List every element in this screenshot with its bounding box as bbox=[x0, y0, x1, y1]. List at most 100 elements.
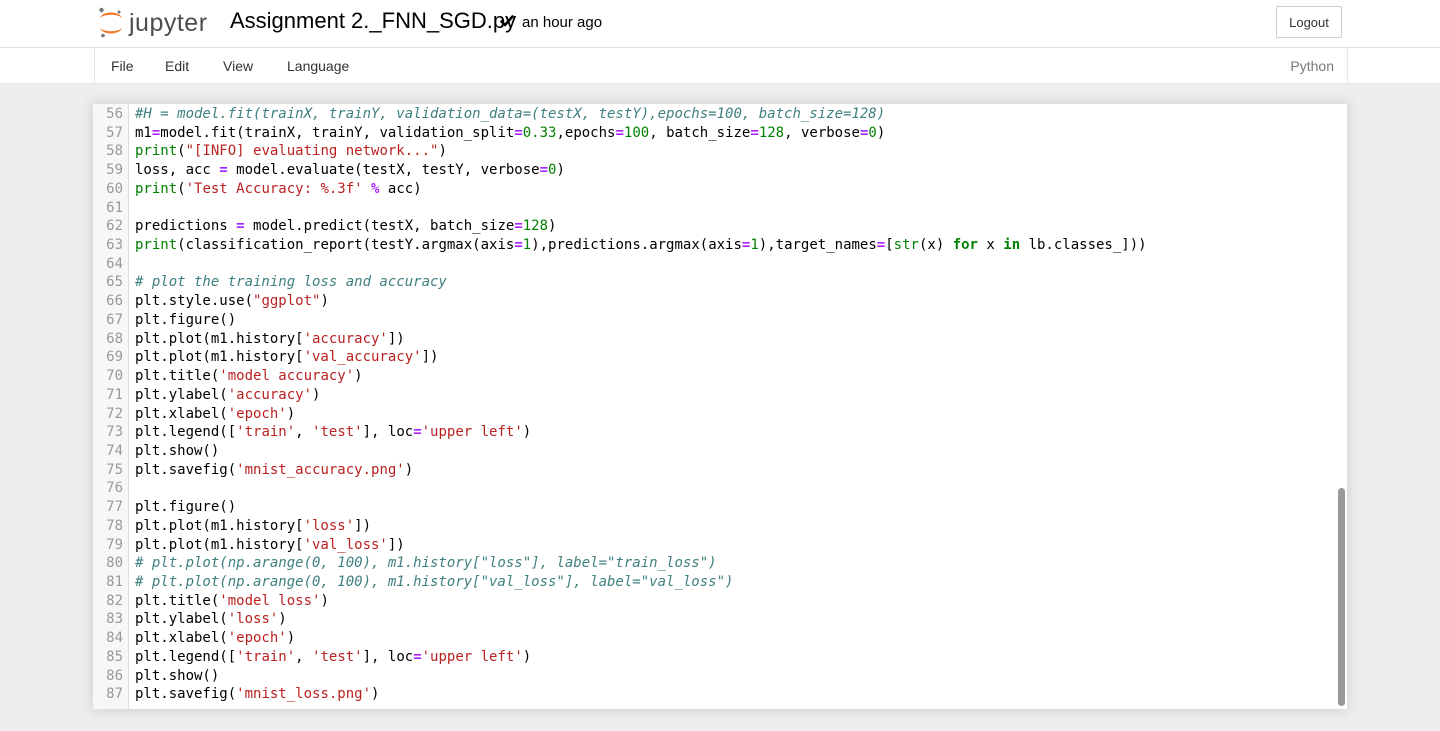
code-token: = bbox=[219, 162, 228, 179]
code-text[interactable]: plt.figure() bbox=[135, 311, 236, 330]
code-line[interactable]: 82 plt.title('model loss') bbox=[93, 592, 1347, 611]
header: jupyter Assignment 2._FNN_SGD.py an hour… bbox=[0, 0, 1440, 48]
code-line[interactable]: 59 loss, acc = model.evaluate(testX, test… bbox=[93, 161, 1347, 180]
code-text[interactable]: plt.savefig('mnist_accuracy.png') bbox=[135, 461, 413, 480]
code-token: ) bbox=[354, 368, 363, 385]
code-text[interactable]: plt.xlabel('epoch') bbox=[135, 629, 295, 648]
code-line[interactable]: 80 # plt.plot(np.arange(0, 100), m1.histo… bbox=[93, 554, 1347, 573]
code-token: plt.savefig( bbox=[135, 686, 237, 703]
code-line[interactable]: 70 plt.title('model accuracy') bbox=[93, 367, 1347, 386]
code-text[interactable]: plt.xlabel('epoch') bbox=[135, 405, 295, 424]
code-line[interactable]: 63 print(classification_report(testY.argm… bbox=[93, 236, 1347, 255]
code-text[interactable]: plt.title('model loss') bbox=[135, 592, 329, 611]
code-line[interactable]: 76 bbox=[93, 479, 1347, 498]
code-token: 'upper left' bbox=[421, 648, 523, 665]
code-token: ,epochs bbox=[556, 124, 616, 141]
menu-view[interactable]: View bbox=[223, 58, 253, 74]
line-number: 62 bbox=[106, 218, 123, 235]
menu-language[interactable]: Language bbox=[287, 58, 349, 74]
code-text[interactable]: plt.plot(m1.history['val_accuracy']) bbox=[135, 348, 438, 367]
line-number: 80 bbox=[106, 555, 123, 572]
code-token: plt.style.use( bbox=[135, 293, 254, 310]
code-line[interactable]: 62 predictions = model.predict(testX, bat… bbox=[93, 217, 1347, 236]
code-text[interactable]: plt.legend(['train', 'test'], loc='upper… bbox=[135, 423, 531, 442]
code-text[interactable]: loss, acc = model.evaluate(testX, testY,… bbox=[135, 161, 565, 180]
notebook-name[interactable]: Assignment 2._FNN_SGD.py bbox=[230, 8, 516, 34]
code-line[interactable]: 58 print("[INFO] evaluating network...") bbox=[93, 142, 1347, 161]
code-line[interactable]: 87 plt.savefig('mnist_loss.png') bbox=[93, 685, 1347, 704]
code-line[interactable]: 68 plt.plot(m1.history['accuracy']) bbox=[93, 330, 1347, 349]
code-text[interactable]: plt.title('model accuracy') bbox=[135, 367, 363, 386]
code-token: plt.ylabel( bbox=[135, 611, 228, 628]
code-text[interactable]: plt.show() bbox=[135, 667, 219, 686]
code-text[interactable]: predictions = model.predict(testX, batch… bbox=[135, 217, 556, 236]
code-text[interactable]: print('Test Accuracy: %.3f' % acc) bbox=[135, 180, 422, 199]
code-token: 'model accuracy' bbox=[219, 368, 355, 385]
code-token: [ bbox=[885, 237, 894, 254]
code-lines[interactable]: 56 #H = model.fit(trainX, trainY, validat… bbox=[93, 105, 1347, 704]
code-text[interactable]: #H = model.fit(trainX, trainY, validatio… bbox=[135, 105, 885, 124]
code-text[interactable]: # plt.plot(np.arange(0, 100), m1.history… bbox=[135, 573, 733, 592]
code-line[interactable]: 84 plt.xlabel('epoch') bbox=[93, 629, 1347, 648]
code-text[interactable]: plt.legend(['train', 'test'], loc='upper… bbox=[135, 648, 531, 667]
line-number: 63 bbox=[106, 237, 123, 254]
code-line[interactable]: 79 plt.plot(m1.history['val_loss']) bbox=[93, 536, 1347, 555]
line-number: 72 bbox=[106, 405, 123, 422]
scrollbar-thumb[interactable] bbox=[1338, 488, 1345, 706]
code-line[interactable]: 81 # plt.plot(np.arange(0, 100), m1.histo… bbox=[93, 573, 1347, 592]
jupyter-logo[interactable]: jupyter bbox=[98, 5, 218, 41]
code-line[interactable]: 69 plt.plot(m1.history['val_accuracy']) bbox=[93, 348, 1347, 367]
line-number: 75 bbox=[106, 461, 123, 478]
line-number: 85 bbox=[106, 648, 123, 665]
menu-edit[interactable]: Edit bbox=[165, 58, 189, 74]
code-line[interactable]: 71 plt.ylabel('accuracy') bbox=[93, 386, 1347, 405]
code-line[interactable]: 86 plt.show() bbox=[93, 667, 1347, 686]
code-line[interactable]: 75 plt.savefig('mnist_accuracy.png') bbox=[93, 461, 1347, 480]
code-token: 'val_loss' bbox=[303, 536, 388, 553]
code-text[interactable]: plt.plot(m1.history['val_loss']) bbox=[135, 536, 405, 555]
code-text[interactable]: m1=model.fit(trainX, trainY, validation_… bbox=[135, 124, 885, 143]
code-line[interactable]: 65 # plot the training loss and accuracy bbox=[93, 273, 1347, 292]
code-token: plt.figure() bbox=[135, 311, 237, 328]
menu-file[interactable]: File bbox=[111, 58, 134, 74]
code-token: ) bbox=[371, 686, 380, 703]
code-text[interactable]: print("[INFO] evaluating network...") bbox=[135, 142, 447, 161]
code-line[interactable]: 78 plt.plot(m1.history['loss']) bbox=[93, 517, 1347, 536]
code-text[interactable]: # plt.plot(np.arange(0, 100), m1.history… bbox=[135, 554, 717, 573]
code-token: plt.title( bbox=[135, 368, 220, 385]
code-text[interactable]: plt.plot(m1.history['accuracy']) bbox=[135, 330, 405, 349]
code-text[interactable]: plt.savefig('mnist_loss.png') bbox=[135, 685, 379, 704]
code-editor[interactable]: 56 #H = model.fit(trainX, trainY, validat… bbox=[93, 104, 1347, 709]
line-number: 76 bbox=[106, 480, 123, 497]
code-token: for bbox=[952, 237, 978, 254]
code-token: ) bbox=[556, 162, 565, 179]
code-text[interactable]: plt.show() bbox=[135, 442, 219, 461]
code-token: plt.xlabel( bbox=[135, 630, 228, 647]
code-line[interactable]: 60 print('Test Accuracy: %.3f' % acc) bbox=[93, 180, 1347, 199]
code-line[interactable]: 66 plt.style.use("ggplot") bbox=[93, 292, 1347, 311]
code-line[interactable]: 56 #H = model.fit(trainX, trainY, validat… bbox=[93, 105, 1347, 124]
code-token: 0 bbox=[868, 124, 877, 141]
code-line[interactable]: 73 plt.legend(['train', 'test'], loc='upp… bbox=[93, 423, 1347, 442]
code-text[interactable]: print(classification_report(testY.argmax… bbox=[135, 236, 1147, 255]
code-line[interactable]: 77 plt.figure() bbox=[93, 498, 1347, 517]
code-token: 'mnist_accuracy.png' bbox=[236, 461, 405, 478]
code-line[interactable]: 85 plt.legend(['train', 'test'], loc='upp… bbox=[93, 648, 1347, 667]
code-text[interactable]: plt.ylabel('loss') bbox=[135, 610, 287, 629]
code-line[interactable]: 61 bbox=[93, 199, 1347, 218]
code-text[interactable]: plt.figure() bbox=[135, 498, 236, 517]
code-line[interactable]: 74 plt.show() bbox=[93, 442, 1347, 461]
logout-button[interactable]: Logout bbox=[1276, 6, 1342, 38]
code-text[interactable]: plt.style.use("ggplot") bbox=[135, 292, 329, 311]
code-text[interactable]: plt.ylabel('accuracy') bbox=[135, 386, 320, 405]
code-text[interactable]: plt.plot(m1.history['loss']) bbox=[135, 517, 371, 536]
code-line[interactable]: 83 plt.ylabel('loss') bbox=[93, 610, 1347, 629]
code-line[interactable]: 72 plt.xlabel('epoch') bbox=[93, 405, 1347, 424]
code-token: print bbox=[135, 143, 178, 160]
code-line[interactable]: 67 plt.figure() bbox=[93, 311, 1347, 330]
code-token: 'loss' bbox=[227, 611, 279, 628]
code-line[interactable]: 64 bbox=[93, 255, 1347, 274]
code-line[interactable]: 57 m1=model.fit(trainX, trainY, validatio… bbox=[93, 124, 1347, 143]
code-text[interactable]: # plot the training loss and accuracy bbox=[135, 273, 447, 292]
line-number: 67 bbox=[106, 311, 123, 328]
